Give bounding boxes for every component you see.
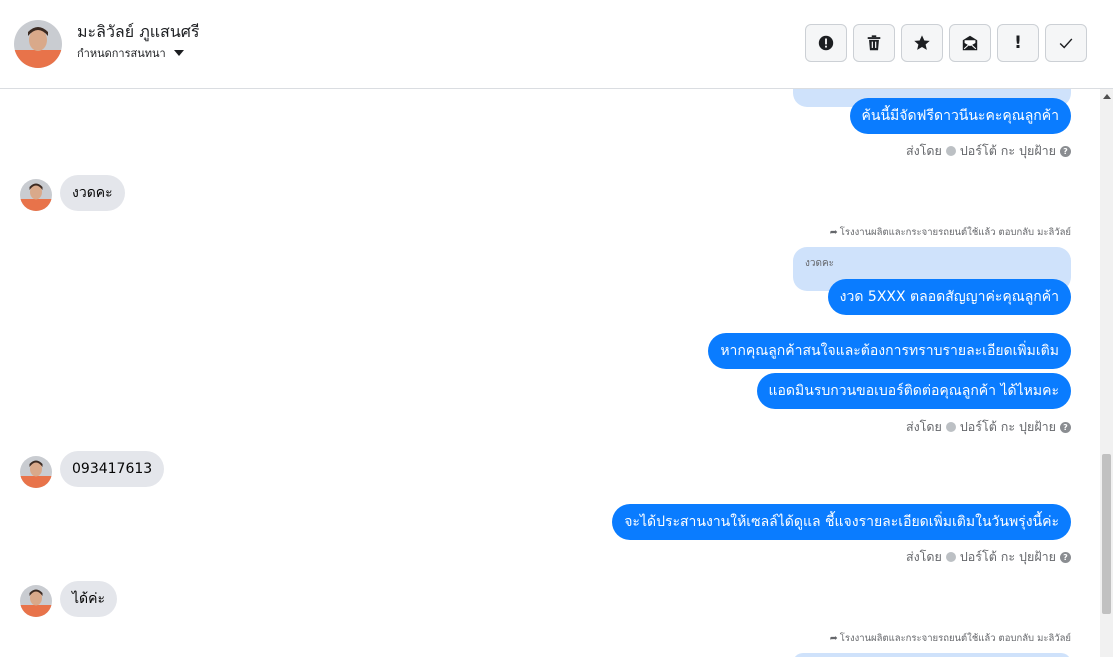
delete-button[interactable] [853, 24, 895, 62]
conversation-settings-label: กำหนดการสนทนา [77, 47, 166, 60]
contact-avatar-small[interactable] [20, 179, 52, 211]
sender-name[interactable]: ปอร์โต้ กะ ปุยฝ้าย [960, 141, 1056, 161]
reply-note-text: โรงงานผลิตและกระจายรถยนต์ใช้แล้ว ตอบกลับ… [839, 633, 1071, 644]
contact-avatar-small[interactable] [20, 456, 52, 488]
caret-down-icon [173, 50, 184, 56]
reply-note: ➦ โรงงานผลิตและกระจายรถยนต์ใช้แล้ว ตอบกล… [830, 225, 1071, 240]
sender-name[interactable]: ปอร์โต้ กะ ปุยฝ้าย [960, 417, 1056, 437]
header-actions: ! [805, 24, 1087, 62]
thread-scrollbar[interactable] [1100, 89, 1113, 657]
outgoing-message[interactable]: ค้นนี้มีจัดฟรีดาวนีนะคะคุณลูกค้า [849, 98, 1071, 134]
sender-info: ส่งโดย ปอร์โต้ กะ ปุยฝ้าย ? [906, 417, 1071, 437]
outgoing-message[interactable]: จะได้ประสานงานให้เซลล์ได้ดูแล ชี้แจงรายล… [612, 504, 1071, 540]
mark-done-button[interactable] [1045, 24, 1087, 62]
sender-prefix: ส่งโดย [905, 419, 942, 434]
outgoing-message[interactable]: หากคุณลูกค้าสนใจและต้องการทราบรายละเอียด… [708, 333, 1071, 369]
reply-note-text: โรงงานผลิตและกระจายรถยนต์ใช้แล้ว ตอบกลับ… [839, 227, 1071, 238]
star-button[interactable] [901, 24, 943, 62]
contact-avatar[interactable] [14, 20, 62, 68]
spam-button[interactable] [805, 24, 847, 62]
incoming-message[interactable]: 093417613 [60, 451, 165, 487]
messenger-window: มะลิวัลย์ ภูแสนศรี กำหนดการสนทนา ! ค้นนี… [0, 0, 1113, 657]
sender-name[interactable]: ปอร์โต้ กะ ปุยฝ้าย [960, 547, 1056, 567]
scrollbar-thumb[interactable] [1102, 454, 1111, 614]
block-icon [945, 146, 956, 156]
help-icon[interactable]: ? [1060, 551, 1071, 563]
help-icon[interactable]: ? [1060, 145, 1071, 157]
message-thread[interactable]: ค้นนี้มีจัดฟรีดาวนีนะคะคุณลูกค้า ส่งโดย … [0, 89, 1100, 657]
trash-icon [867, 35, 881, 51]
conversation-settings-dropdown[interactable]: กำหนดการสนทนา [77, 44, 184, 62]
help-icon[interactable]: ? [1060, 421, 1071, 433]
sender-prefix: ส่งโดย [905, 143, 942, 158]
sender-info: ส่งโดย ปอร์โต้ กะ ปุยฝ้าย ? [906, 141, 1071, 161]
mark-unread-button[interactable] [949, 24, 991, 62]
alert-circle-icon [818, 35, 834, 51]
sender-prefix: ส่งโดย [905, 549, 942, 564]
reply-arrow-icon: ➦ [829, 227, 838, 238]
sender-info: ส่งโดย ปอร์โต้ กะ ปุยฝ้าย ? [906, 547, 1071, 567]
block-icon [945, 552, 956, 562]
important-button[interactable]: ! [997, 24, 1039, 62]
incoming-message[interactable]: ได้ค่ะ [60, 581, 118, 617]
block-icon [945, 422, 956, 432]
incoming-message[interactable]: งวดคะ [60, 175, 125, 211]
exclamation-icon: ! [1014, 33, 1022, 53]
reply-note: ➦ โรงงานผลิตและกระจายรถยนต์ใช้แล้ว ตอบกล… [830, 631, 1071, 646]
check-icon [1059, 38, 1073, 49]
quoted-message-fragment [793, 653, 1071, 657]
reply-arrow-icon: ➦ [829, 633, 838, 644]
conversation-header: มะลิวัลย์ ภูแสนศรี กำหนดการสนทนา ! [0, 0, 1113, 89]
contact-avatar-small[interactable] [20, 585, 52, 617]
star-icon [914, 35, 930, 50]
envelope-open-icon [962, 35, 978, 51]
outgoing-message[interactable]: งวด 5XXX ตลอดสัญญาค่ะคุณลูกค้า [827, 279, 1071, 315]
outgoing-message[interactable]: แอดมินรบกวนขอเบอร์ติดต่อคุณลูกค้า ได้ไหม… [756, 373, 1071, 409]
contact-name[interactable]: มะลิวัลย์ ภูแสนศรี [77, 20, 200, 45]
scroll-up-arrow-icon[interactable] [1103, 94, 1111, 99]
